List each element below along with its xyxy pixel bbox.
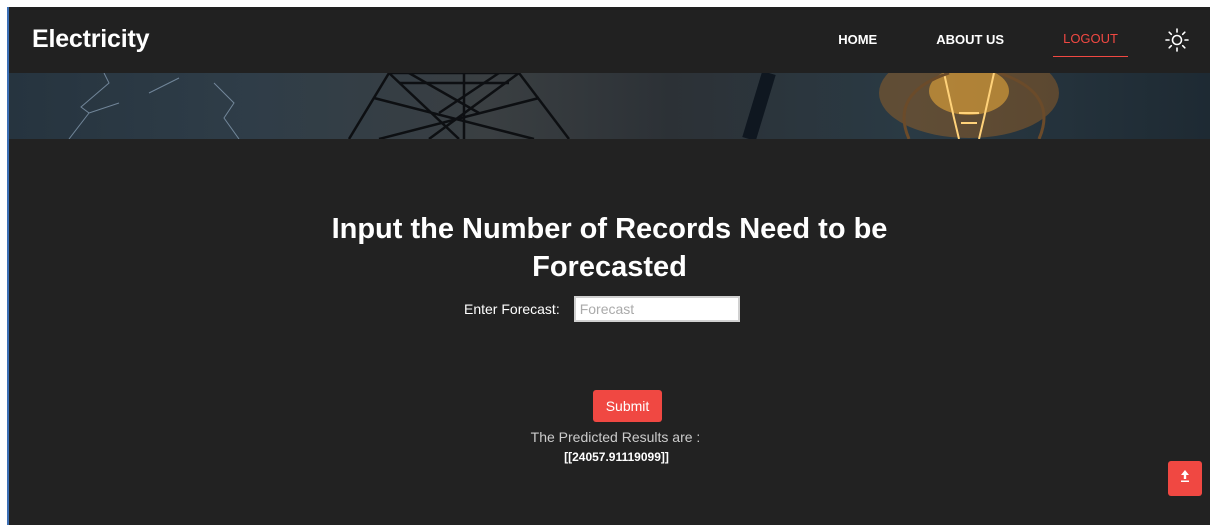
nav-about-link[interactable]: ABOUT US <box>926 28 1014 57</box>
sun-icon[interactable] <box>1164 27 1190 53</box>
page-heading: Input the Number of Records Need to be F… <box>9 210 1210 286</box>
navbar: Electricity HOME ABOUT US LOGOUT <box>9 7 1210 73</box>
forecast-form: Enter Forecast: <box>464 296 740 322</box>
forecast-input[interactable] <box>573 296 740 322</box>
nav-logout-link[interactable]: LOGOUT <box>1053 27 1128 57</box>
power-tower-illustration <box>68 73 1059 139</box>
main-content: Input the Number of Records Need to be F… <box>9 139 1210 525</box>
heading-line-1: Input the Number of Records Need to be <box>331 213 888 245</box>
result-label: The Predicted Results are : <box>530 429 701 445</box>
arrow-up-icon <box>1179 469 1191 488</box>
hero-banner-image <box>9 73 1210 139</box>
app-frame: Electricity HOME ABOUT US LOGOUT Input t… <box>7 7 1210 525</box>
nav-home-link[interactable]: HOME <box>828 28 887 57</box>
nav-links: HOME ABOUT US LOGOUT <box>789 7 1128 73</box>
back-to-top-button[interactable] <box>1168 461 1202 496</box>
result-value: [[24057.91119099]] <box>564 450 669 464</box>
heading-line-2: Forecasted <box>532 251 687 283</box>
forecast-label: Enter Forecast: <box>464 301 560 317</box>
brand-logo[interactable]: Electricity <box>32 25 150 54</box>
submit-button[interactable]: Submit <box>593 390 662 422</box>
